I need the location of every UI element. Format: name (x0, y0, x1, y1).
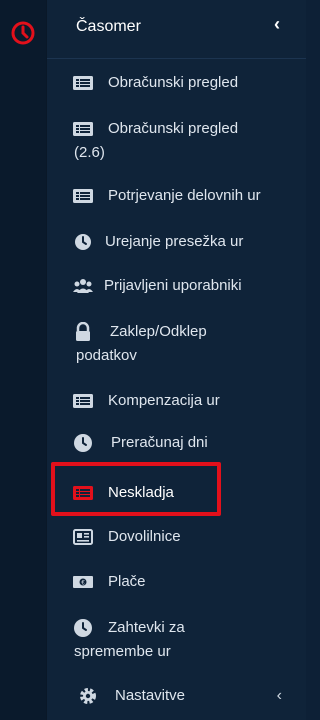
sidebar-panel: Časomer ‹ Obračunski pregled Obračunski … (47, 0, 306, 720)
sidebar-header: Časomer ‹ (47, 0, 306, 59)
sidebar-item-label: Preračunaj dni (111, 434, 208, 451)
sidebar-item-label: Urejanje presežka ur (105, 233, 244, 250)
list-card-icon (73, 394, 93, 408)
clock-app-icon[interactable] (10, 20, 36, 46)
sidebar-title: Časomer (76, 18, 141, 35)
sidebar-item-label: Zahtevki za spremembe ur (74, 616, 298, 664)
sidebar-item-label: Potrjevanje delovnih ur (108, 187, 261, 204)
lock-icon (76, 322, 90, 341)
sidebar-item-label: Dovolilnice (108, 528, 181, 545)
gear-icon (80, 688, 96, 704)
sidebar-item-label: Obračunski pregled (2.6) (74, 117, 298, 165)
sidebar-item-label-line2: podatkov (76, 347, 137, 364)
sidebar-item-label: Prijavljeni uporabniki (104, 277, 242, 294)
sidebar-item-label: Plače (108, 573, 146, 590)
sidebar-item-label-line2: spremembe ur (74, 643, 171, 660)
list-card-icon (73, 189, 93, 203)
selection-highlight (51, 462, 221, 516)
collapse-sidebar-icon[interactable]: ‹ (274, 14, 280, 35)
sidebar-item-label-line1: Zahtevki za (108, 619, 185, 636)
sidebar-item-label: Kompenzacija ur (108, 392, 220, 409)
users-icon (73, 279, 93, 293)
sidebar-item-label: Zaklep/Odklep podatkov (76, 320, 300, 368)
money-icon: € (73, 576, 93, 588)
sidebar-item-label: Nastavitve (115, 687, 186, 704)
list-card-icon (73, 122, 93, 136)
chevron-left-icon: ‹ (276, 687, 282, 704)
clock-icon (74, 434, 92, 452)
clock-icon (74, 619, 92, 637)
app-rail (0, 0, 46, 720)
clock-icon (75, 234, 91, 250)
list-card-icon (73, 76, 93, 90)
sidebar-item-label: Obračunski pregled (108, 74, 239, 91)
newspaper-icon (73, 529, 93, 545)
sidebar-item-label-line1: Obračunski pregled (108, 120, 239, 137)
sidebar-item-label-line1: Zaklep/Odklep (110, 323, 207, 340)
sidebar-item-label-line2: (2.6) (74, 144, 105, 161)
